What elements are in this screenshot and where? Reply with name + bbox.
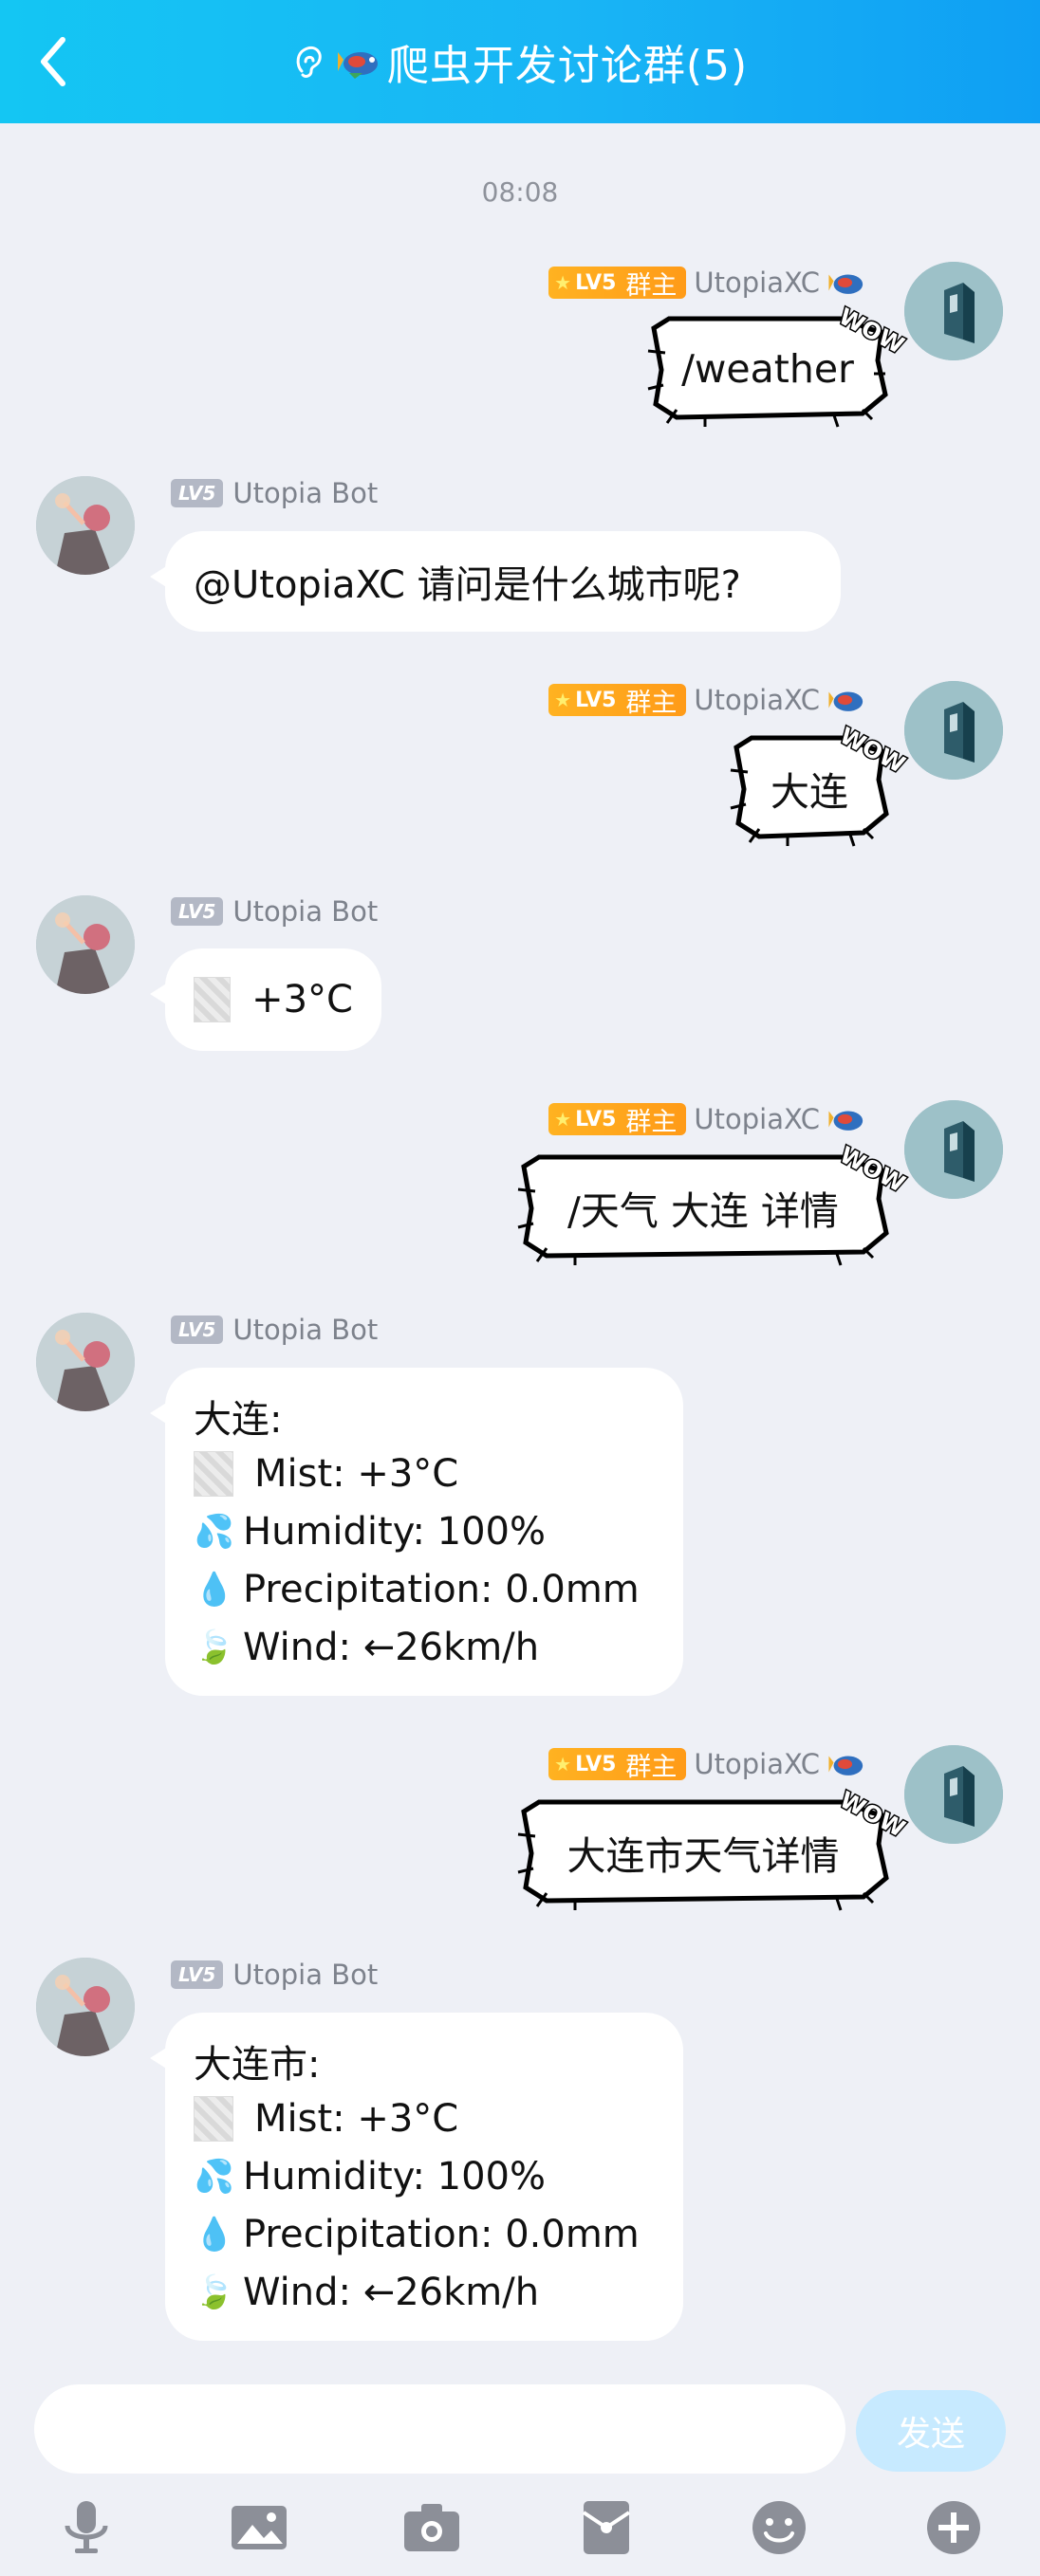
spider-fish-icon [828,1111,864,1131]
camera-icon[interactable] [399,2496,465,2559]
message-text: Humidity: 100% [243,2154,547,2199]
microphone-icon[interactable] [53,2496,120,2559]
sender-meta: ★ LV5 群主 UtopiaXC [548,1100,867,1138]
image-icon[interactable] [226,2496,292,2559]
sender-name: UtopiaXC [694,267,820,299]
message-text: Precipitation: 0.0mm [243,2212,640,2256]
group-title: 爬虫开发讨论群(5) [386,42,749,90]
message-input[interactable] [34,2384,845,2474]
emoji-icon[interactable] [746,2496,812,2559]
comic-message-bubble[interactable]: WOW /weather [647,302,910,428]
message-text: Wind: ←26km/h [243,1625,540,1669]
self-avatar[interactable] [904,1100,1003,1199]
bot-avatar[interactable] [36,1313,135,1411]
message-text: 大连 [771,769,848,815]
sender-name: Utopia Bot [232,895,379,928]
weather-detail-bubble[interactable]: 大连: Mist: +3°C 💦 Humidity: 100% 💧 Precipit… [150,1368,683,1696]
message-text: Humidity: 100% [243,1509,547,1554]
sender-meta: ★ LV5 群主 UtopiaXC [548,681,867,719]
level-badge: LV5 [171,479,224,507]
spider-fish-icon [828,274,864,294]
message-text: Mist: +3°C [254,2096,459,2141]
sender-meta: ★ LV5 群主 UtopiaXC [548,1745,867,1783]
input-toolbar [0,2485,1040,2576]
message-timestamp: 08:08 [481,176,559,208]
self-avatar[interactable] [904,262,1003,360]
message-bubble[interactable]: @UtopiaXC 请问是什么城市呢? [150,531,841,632]
level-badge: ★ LV5 群主 [548,1748,687,1782]
send-button[interactable]: 发送 [856,2390,1006,2472]
weather-image-placeholder [194,976,232,1022]
level-badge: LV5 [171,897,224,926]
sender-name: UtopiaXC [694,684,820,716]
comic-message-bubble[interactable]: WOW 大连市天气详情 [517,1785,911,1911]
star-icon: ★ [554,271,572,294]
level-badge: ★ LV5 群主 [548,684,687,718]
level-badge: ★ LV5 群主 [548,267,687,301]
sender-meta: ★ LV5 群主 UtopiaXC [548,264,867,302]
message-text: 大连: [194,1397,283,1442]
bot-avatar[interactable] [36,476,135,575]
leaf-wind-icon: 🍃 [194,2272,235,2311]
sender-meta: LV5 Utopia Bot [171,474,378,512]
weather-image-placeholder [194,2095,233,2142]
leaf-wind-icon: 🍃 [194,1628,235,1666]
weather-image-placeholder [194,1450,233,1497]
level-badge: ★ LV5 群主 [548,1103,687,1137]
comic-message-bubble[interactable]: WOW /天气 大连 详情 [517,1140,911,1266]
sender-meta: LV5 Utopia Bot [171,1311,378,1349]
spider-fish-icon [828,1756,864,1776]
level-badge: LV5 [171,1316,224,1344]
sender-name: Utopia Bot [232,1959,379,1991]
droplet-icon: 💧 [194,2215,235,2254]
message-text: @UtopiaXC 请问是什么城市呢? [194,562,741,607]
star-icon: ★ [554,1753,572,1776]
bot-avatar[interactable] [36,895,135,994]
sender-name: UtopiaXC [694,1103,820,1135]
plus-icon[interactable] [920,2496,987,2559]
message-text: 大连市天气详情 [566,1833,840,1879]
comic-message-bubble[interactable]: WOW 大连 [730,721,911,847]
message-bubble[interactable]: +3°C [150,948,381,1051]
red-packet-icon[interactable] [573,2496,640,2559]
spider-fish-icon [337,52,378,79]
message-text: Precipitation: 0.0mm [243,1567,640,1611]
self-avatar[interactable] [904,681,1003,780]
message-text: +3°C [251,977,353,1021]
ear-icon[interactable] [292,43,325,81]
sender-meta: LV5 Utopia Bot [171,1956,378,1994]
sender-meta: LV5 Utopia Bot [171,892,378,930]
level-badge: LV5 [171,1960,224,1989]
sweat-droplets-icon: 💦 [194,2157,235,2196]
weather-detail-bubble[interactable]: 大连市: Mist: +3°C 💦 Humidity: 100% 💧 Precipi… [150,2013,683,2341]
bot-avatar[interactable] [36,1958,135,2056]
sender-name: Utopia Bot [232,1314,379,1346]
droplet-icon: 💧 [194,1570,235,1609]
message-text: 大连市: [194,2042,321,2087]
sweat-droplets-icon: 💦 [194,1512,235,1551]
sender-name: UtopiaXC [694,1748,820,1780]
chat-header: 爬虫开发讨论群(5) [0,0,1040,123]
message-text: Wind: ←26km/h [243,2270,540,2314]
sender-name: Utopia Bot [232,477,379,509]
message-text: /weather [681,346,854,392]
star-icon: ★ [554,689,572,711]
message-text: /天气 大连 详情 [567,1188,839,1234]
self-avatar[interactable] [904,1745,1003,1844]
message-text: Mist: +3°C [254,1451,459,1496]
star-icon: ★ [554,1108,572,1131]
spider-fish-icon [828,691,864,711]
